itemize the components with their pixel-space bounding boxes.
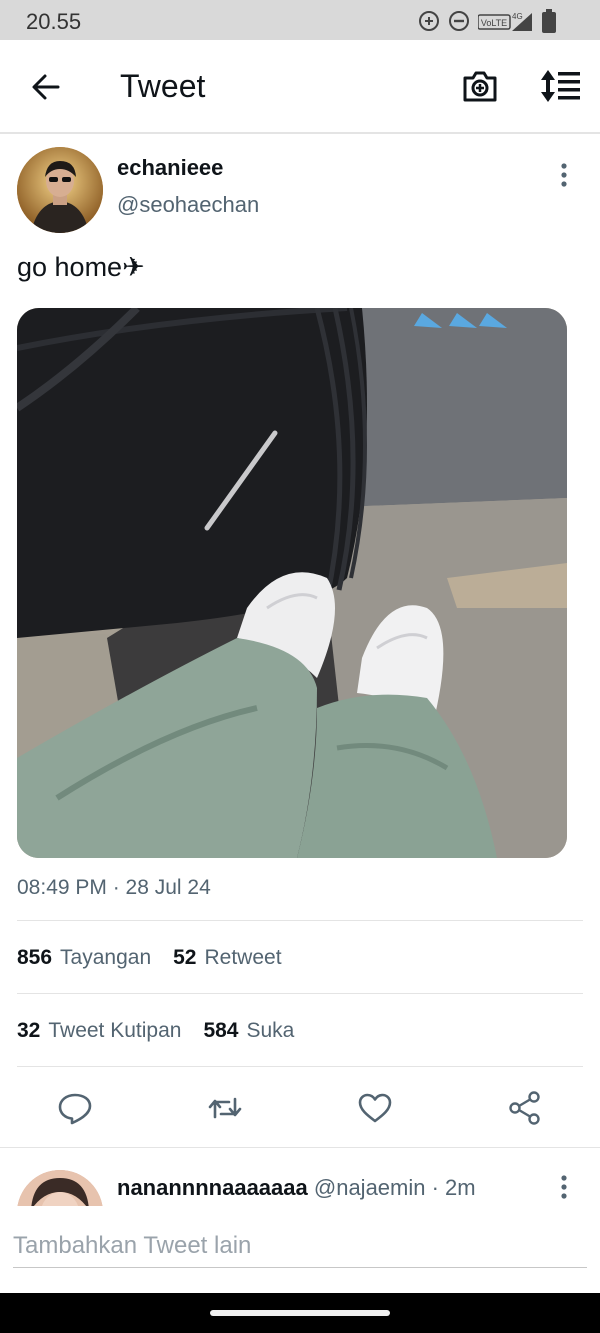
media-photo bbox=[17, 308, 567, 858]
status-icons: VoLTE 4G bbox=[418, 9, 556, 33]
retweet-button[interactable] bbox=[207, 1090, 243, 1126]
home-gesture-handle[interactable] bbox=[210, 1310, 390, 1316]
tweet-text: go home✈ bbox=[17, 252, 145, 282]
camera-plus-icon bbox=[463, 71, 497, 102]
network-gen-label: 4G bbox=[512, 12, 523, 21]
reply-author-name[interactable]: nanannnnaaaaaaa bbox=[117, 1175, 308, 1200]
heart-icon bbox=[358, 1093, 392, 1123]
tweet-media[interactable] bbox=[17, 308, 567, 858]
views-stat[interactable]: 856 Tayangan bbox=[17, 946, 151, 970]
like-button[interactable] bbox=[357, 1090, 393, 1126]
reply-header: nanannnnaaaaaaa @najaemin · 2m bbox=[117, 1175, 476, 1201]
views-label: Tayangan bbox=[60, 946, 152, 969]
volte-signal-icon: VoLTE 4G bbox=[478, 12, 532, 31]
status-time: 20.55 bbox=[26, 9, 82, 34]
retweets-count: 52 bbox=[173, 946, 197, 969]
back-button[interactable] bbox=[28, 68, 66, 106]
author-name[interactable]: echanieee bbox=[117, 155, 223, 181]
sort-button[interactable] bbox=[538, 66, 582, 106]
likes-stat[interactable]: 584 Suka bbox=[203, 1019, 294, 1043]
quotes-label: Tweet Kutipan bbox=[48, 1019, 182, 1042]
divider bbox=[17, 1066, 583, 1067]
likes-label: Suka bbox=[246, 1019, 295, 1042]
quotes-stat[interactable]: 32 Tweet Kutipan bbox=[17, 1019, 181, 1043]
camera-button[interactable] bbox=[460, 66, 500, 106]
sync-icon bbox=[419, 11, 439, 31]
divider bbox=[17, 920, 583, 921]
likes-count: 584 bbox=[203, 1019, 239, 1042]
sort-icon bbox=[541, 70, 580, 102]
divider bbox=[17, 993, 583, 994]
page-title: Tweet bbox=[120, 68, 206, 104]
status-bar: 20.55 VoLTE 4G bbox=[0, 0, 600, 40]
reply-more-button[interactable] bbox=[552, 1172, 576, 1202]
retweets-stat[interactable]: 52 Retweet bbox=[173, 946, 281, 970]
share-icon bbox=[509, 1091, 540, 1125]
volte-label: VoLTE bbox=[481, 18, 507, 28]
stats-row: 32 Tweet Kutipan 584 Suka bbox=[17, 1019, 294, 1043]
avatar-image bbox=[17, 147, 103, 233]
retweets-label: Retweet bbox=[204, 946, 282, 969]
app-bar: Tweet bbox=[0, 40, 600, 134]
author-avatar[interactable] bbox=[17, 147, 103, 233]
more-vertical-icon bbox=[561, 163, 567, 187]
add-tweet-input[interactable] bbox=[13, 1224, 587, 1268]
compose-bar bbox=[0, 1206, 600, 1292]
tweet-timestamp: 08:49 PM · 28 Jul 24 bbox=[17, 876, 211, 899]
reply-icon bbox=[58, 1093, 92, 1125]
dnd-icon bbox=[449, 11, 469, 31]
stats-row: 856 Tayangan 52 Retweet bbox=[17, 946, 282, 970]
retweet-icon bbox=[208, 1097, 242, 1119]
reply-button[interactable] bbox=[57, 1090, 93, 1126]
arrow-left-icon bbox=[32, 74, 60, 100]
views-count: 856 bbox=[17, 946, 53, 969]
tweet-more-button[interactable] bbox=[552, 160, 576, 190]
quotes-count: 32 bbox=[17, 1019, 41, 1042]
battery-icon bbox=[542, 9, 556, 33]
system-nav-bar bbox=[0, 1293, 600, 1333]
more-vertical-icon bbox=[561, 1175, 567, 1199]
tweet-actions bbox=[0, 1068, 600, 1148]
share-button[interactable] bbox=[507, 1090, 543, 1126]
author-handle[interactable]: @seohaechan bbox=[117, 192, 259, 218]
reply-meta: @najaemin · 2m bbox=[313, 1175, 476, 1200]
